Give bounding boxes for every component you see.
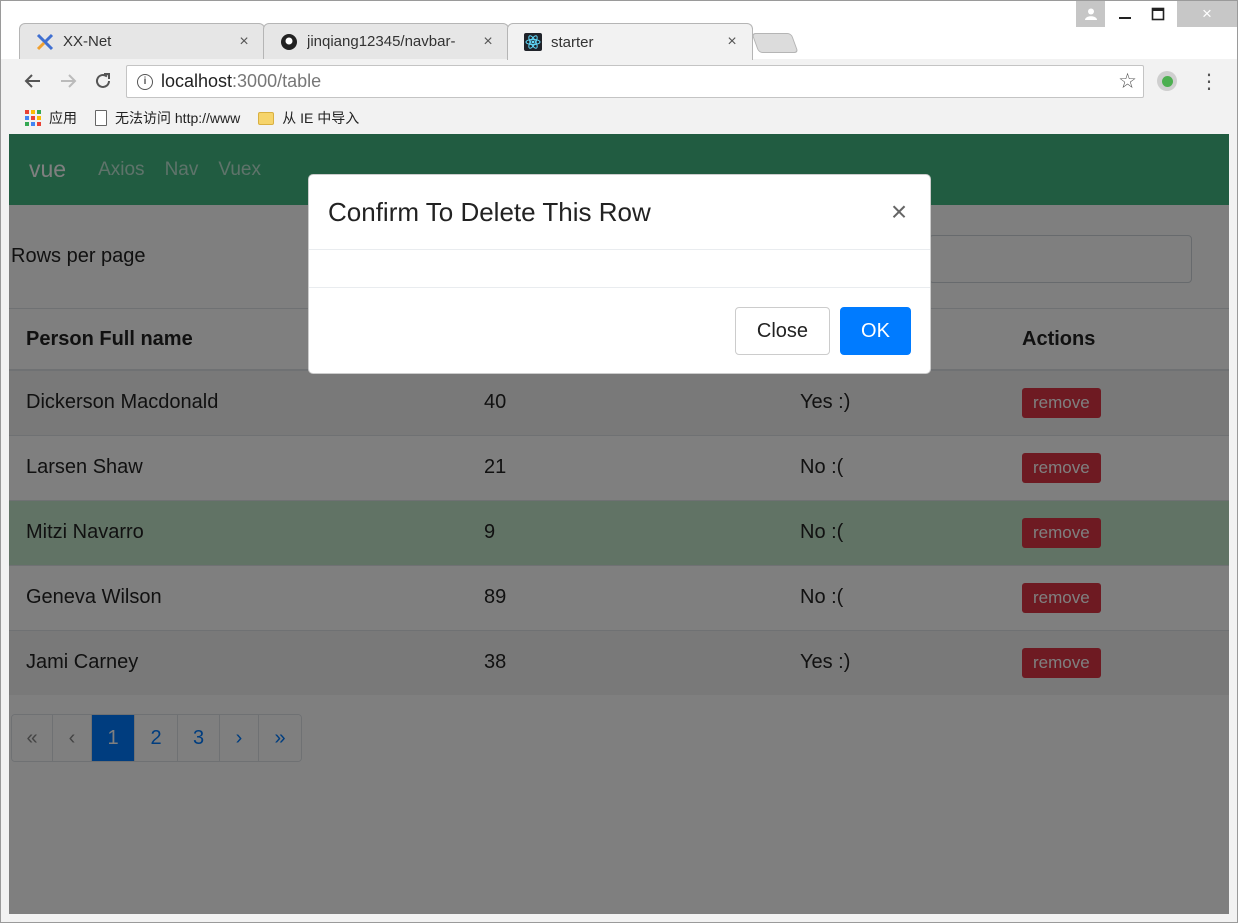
tab-close-icon[interactable]: × <box>724 33 740 51</box>
tab-close-icon[interactable]: × <box>236 33 252 51</box>
bookmark-star-icon[interactable]: ☆ <box>1118 69 1137 94</box>
tab-title: XX-Net <box>63 33 112 50</box>
page-icon <box>95 110 107 126</box>
tab-github[interactable]: jinqiang12345/navbar- × <box>263 23 509 59</box>
browser-window: XX-Net × jinqiang12345/navbar- × starter… <box>0 0 1238 134</box>
window-close-icon[interactable]: × <box>1177 1 1237 27</box>
maximize-icon[interactable] <box>1143 1 1173 27</box>
forward-arrow-icon[interactable] <box>56 69 80 93</box>
bookmark-label: 无法访问 http://www <box>115 110 241 126</box>
folder-icon <box>258 111 275 125</box>
tab-starter[interactable]: starter × <box>507 23 753 60</box>
user-icon[interactable] <box>1076 1 1105 27</box>
bookmark-label: 应用 <box>49 110 77 126</box>
modal-footer: Close OK <box>309 288 930 355</box>
react-icon <box>524 33 542 51</box>
tab-close-icon[interactable]: × <box>480 33 496 51</box>
github-icon <box>280 33 298 51</box>
window-frame <box>0 134 9 914</box>
apps-icon <box>25 110 41 126</box>
close-button[interactable]: Close <box>735 307 830 355</box>
back-arrow-icon[interactable] <box>21 69 45 93</box>
reload-icon[interactable] <box>91 69 115 93</box>
window-frame <box>1229 134 1238 914</box>
ok-button[interactable]: OK <box>840 307 911 355</box>
tab-title: starter <box>551 33 594 51</box>
bookmark-label: 从 IE 中导入 <box>282 110 360 126</box>
xx-net-icon <box>36 33 54 51</box>
title-bar: XX-Net × jinqiang12345/navbar- × starter… <box>1 1 1237 60</box>
modal-close-icon[interactable]: × <box>887 196 911 228</box>
bookmarks-bar: 应用 无法访问 http://www 从 IE 中导入 <box>1 103 1237 133</box>
modal-title: Confirm To Delete This Row <box>328 196 651 227</box>
tab-xx-net[interactable]: XX-Net × <box>19 23 265 59</box>
modal-header: Confirm To Delete This Row × <box>309 175 930 250</box>
browser-menu-icon[interactable]: ⋮ <box>1199 69 1219 94</box>
tab-title: jinqiang12345/navbar- <box>307 33 456 50</box>
url-path: :3000/table <box>232 71 322 91</box>
browser-toolbar: i localhost :3000/table ☆ ⋮ <box>1 59 1237 103</box>
url-host: localhost <box>161 71 233 91</box>
minimize-icon[interactable] <box>1111 1 1139 27</box>
confirm-delete-modal: Confirm To Delete This Row × Close OK <box>308 174 931 374</box>
bookmark-page[interactable]: 无法访问 http://www <box>95 108 240 128</box>
modal-body <box>309 250 930 288</box>
new-tab-button[interactable] <box>751 33 799 53</box>
extension-icon[interactable] <box>1157 71 1177 91</box>
info-icon[interactable]: i <box>137 73 153 90</box>
bookmark-folder[interactable]: 从 IE 中导入 <box>258 108 359 128</box>
bookmark-apps[interactable]: 应用 <box>25 108 77 128</box>
window-frame <box>0 914 1238 923</box>
address-bar[interactable]: i localhost :3000/table ☆ <box>126 65 1144 98</box>
